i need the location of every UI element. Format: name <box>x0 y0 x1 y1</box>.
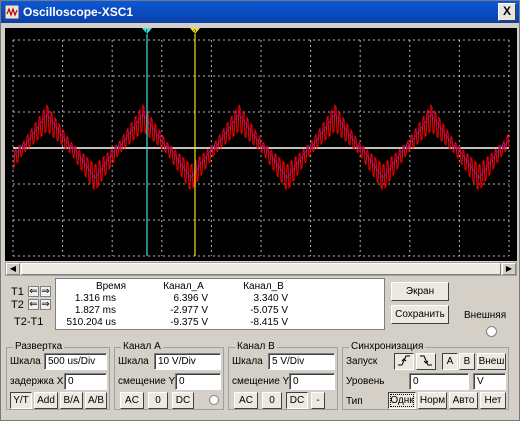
channel-a-ac-button[interactable]: AC <box>120 392 144 409</box>
t1-label: T1 <box>11 286 24 298</box>
window-title: Oscilloscope-XSC1 <box>23 5 134 19</box>
channel-b-offset-label: смещение Y <box>232 376 290 387</box>
waveform-display: 12 <box>12 28 510 257</box>
row2-time: 1.827 ms <box>74 305 116 316</box>
channel-a-offset-input[interactable]: 0 <box>175 373 221 390</box>
channel-b-ac-button[interactable]: AC <box>234 392 258 409</box>
scroll-left-icon[interactable]: ◀ <box>6 263 20 275</box>
trigger-level-unit[interactable]: V <box>473 373 506 390</box>
close-button[interactable]: X <box>498 3 516 21</box>
channel-b-group: Канал В Шкала 5 V/Div смещение Y 0 AC 0 … <box>228 341 338 410</box>
channel-a-title: Канал А <box>121 341 163 352</box>
channel-b-title: Канал В <box>235 341 277 352</box>
ground-terminal-icon[interactable] <box>486 326 497 337</box>
row1-channel-b: 3.340 V <box>253 293 288 304</box>
channel-a-scale-input[interactable]: 10 V/Div <box>154 353 221 370</box>
mode-yt-button[interactable]: Y/T <box>10 392 32 409</box>
channel-a-zero-button[interactable]: 0 <box>148 392 168 409</box>
rising-edge-icon[interactable] <box>394 353 414 370</box>
row3-channel-b: -8.415 V <box>250 317 288 328</box>
channel-b-scale-input[interactable]: 5 V/Div <box>268 353 335 370</box>
header-channel-a: Канал_А <box>163 281 204 292</box>
mode-ab-button[interactable]: A/B <box>85 392 107 409</box>
t1-left-arrow-icon[interactable]: ⇐ <box>28 286 39 297</box>
t1-right-arrow-icon[interactable]: ⇒ <box>40 286 51 297</box>
channel-a-dc-button[interactable]: DC <box>172 392 194 409</box>
mode-ba-button[interactable]: B/A <box>60 392 83 409</box>
row2-channel-b: -5.075 V <box>250 305 288 316</box>
mode-add-button[interactable]: Add <box>34 392 58 409</box>
trigger-type-label: Тип <box>346 396 363 407</box>
t2-label: T2 <box>11 299 24 311</box>
row1-time: 1.316 ms <box>74 293 116 304</box>
trigger-source-a-button[interactable]: A <box>442 353 458 370</box>
timebase-scale-label: Шкала <box>10 356 41 367</box>
channel-a-scale-label: Шкала <box>118 356 149 367</box>
title-bar[interactable]: Oscilloscope-XSC1 X <box>1 1 519 23</box>
channel-a-ground-icon[interactable] <box>209 395 219 405</box>
t2-left-arrow-icon[interactable]: ⇐ <box>28 299 39 310</box>
trigger-start-label: Запуск <box>346 356 378 367</box>
row1-channel-a: 6.396 V <box>173 293 208 304</box>
trigger-type-auto-button[interactable]: Авто <box>449 392 478 409</box>
trigger-level-label: Уровень <box>346 376 385 387</box>
header-channel-b: Канал_В <box>243 281 284 292</box>
trigger-type-none-button[interactable]: Нет <box>480 392 506 409</box>
trigger-level-input[interactable]: 0 <box>409 373 469 390</box>
scroll-right-icon[interactable]: ▶ <box>502 263 516 275</box>
channel-a-offset-label: смещение Y <box>118 376 176 387</box>
t2-t1-label: T2-T1 <box>14 316 44 328</box>
channel-b-invert-button[interactable]: - <box>311 392 325 409</box>
trigger-type-normal-button[interactable]: Норм <box>418 392 447 409</box>
save-button[interactable]: Сохранить <box>391 305 449 324</box>
row2-channel-a: -2.977 V <box>170 305 208 316</box>
timebase-scale-input[interactable]: 500 us/Div <box>44 353 107 370</box>
timebase-group: Развертка Шкала 500 us/Div задержка X 0 … <box>6 341 110 410</box>
trigger-title: Синхронизация <box>349 341 426 352</box>
header-time: Время <box>95 281 127 292</box>
oscilloscope-window: Oscilloscope-XSC1 X 12 ◀ ▶ T1 ⇐ ⇒ T2 ⇐ ⇒… <box>0 0 520 421</box>
row3-channel-a: -9.375 V <box>170 317 208 328</box>
channel-a-group: Канал А Шкала 10 V/Div смещение Y 0 AC 0… <box>114 341 224 410</box>
row3-time: 510.204 us <box>66 317 117 328</box>
channel-b-offset-input[interactable]: 0 <box>289 373 335 390</box>
screen-button[interactable]: Экран <box>391 282 449 301</box>
oscilloscope-icon <box>5 5 19 19</box>
trigger-type-single-button[interactable]: Однк <box>388 392 416 409</box>
external-label: Внешняя <box>464 310 507 321</box>
timebase-title: Развертка <box>13 341 65 352</box>
timebase-delay-label: задержка X <box>10 376 64 387</box>
channel-b-scale-label: Шкала <box>232 356 263 367</box>
oscilloscope-screen[interactable]: 12 <box>5 28 517 261</box>
trigger-source-b-button[interactable]: B <box>459 353 475 370</box>
trigger-source-ext-button[interactable]: Внеш <box>477 353 506 370</box>
timebase-delay-input[interactable]: 0 <box>64 373 107 390</box>
cursor-readout-table: Время Канал_А Канал_В 1.316 ms 6.396 V 3… <box>55 278 385 330</box>
channel-b-dc-button[interactable]: DC <box>286 392 308 409</box>
trigger-group: Синхронизация Запуск A B Внеш Уровень 0 … <box>342 341 509 410</box>
channel-b-zero-button[interactable]: 0 <box>262 392 282 409</box>
horizontal-scrollbar[interactable]: ◀ ▶ <box>5 262 517 276</box>
t2-right-arrow-icon[interactable]: ⇒ <box>40 299 51 310</box>
scroll-thumb[interactable] <box>21 263 501 275</box>
falling-edge-icon[interactable] <box>416 353 436 370</box>
